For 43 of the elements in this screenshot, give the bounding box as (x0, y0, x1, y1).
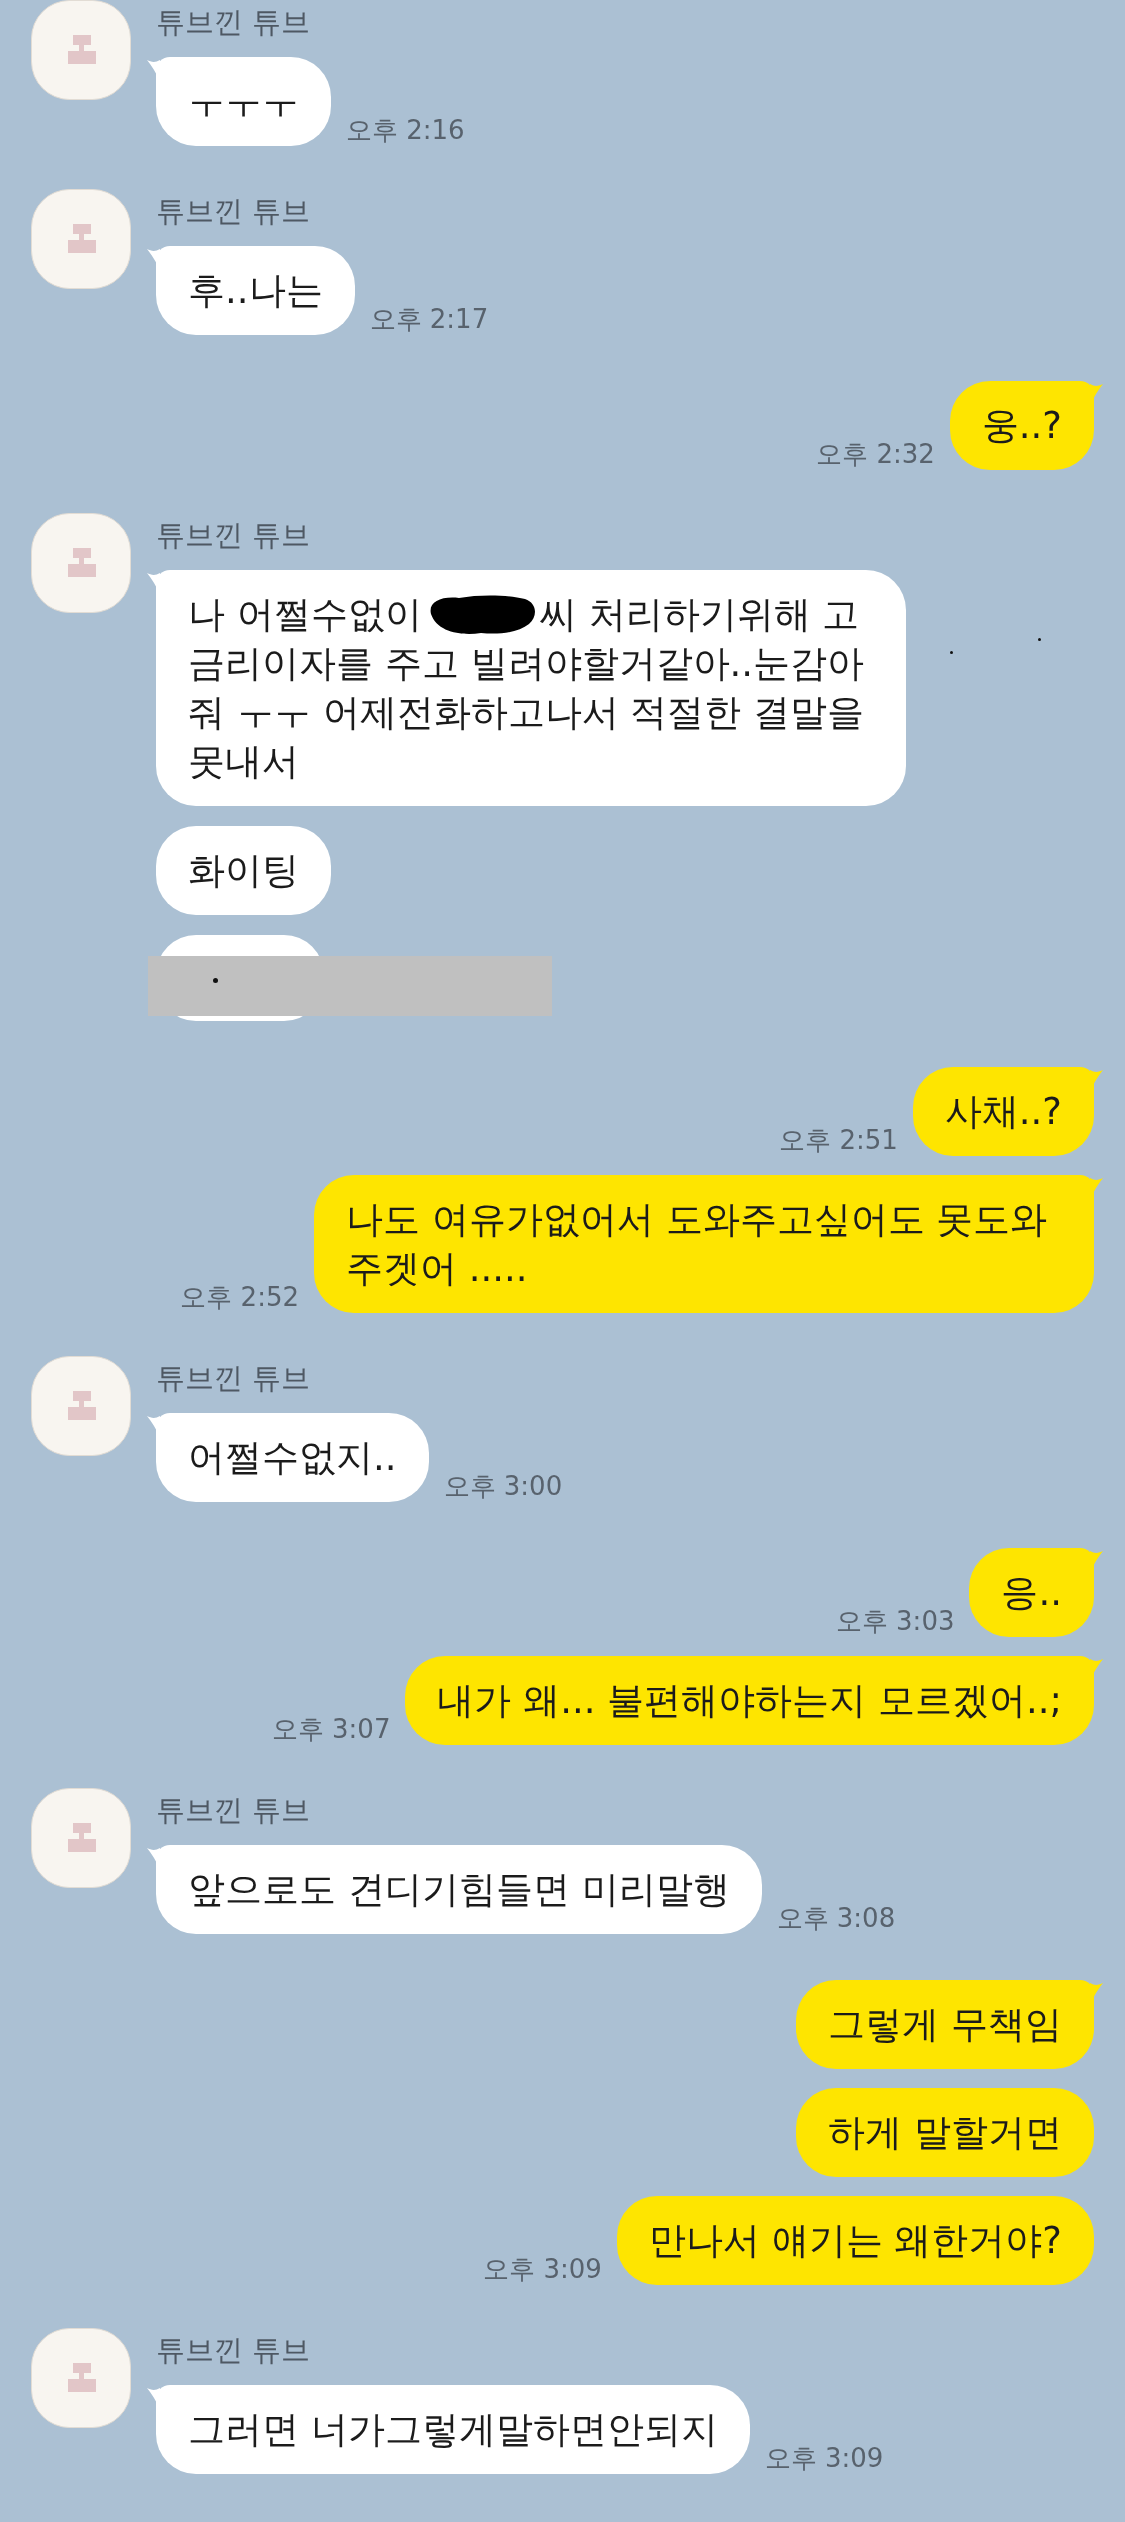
timestamp: 오후 3:03 (835, 1606, 955, 1636)
avatar-icon[interactable] (31, 2328, 131, 2428)
sender-name: 튜브낀 튜브 (156, 517, 311, 554)
timestamp: 오후 2:32 (816, 439, 935, 469)
avatar-icon[interactable] (31, 1356, 131, 1456)
avatar-icon[interactable] (31, 189, 131, 289)
dot-icon (213, 978, 218, 983)
sender-name: 튜브낀 튜브 (156, 193, 311, 230)
sender-name: 튜브낀 튜브 (156, 1792, 311, 1829)
timestamp: 오후 2:51 (779, 1125, 898, 1155)
message-text: 후..나는 (188, 269, 323, 312)
avatar-icon[interactable] (31, 0, 131, 100)
message-text: 그렇게 무책임 (828, 2003, 1062, 2046)
timestamp: 오후 3:08 (776, 1903, 896, 1933)
message-text: 나도 여유가없어서 도와주고싶어도 못도와 주겟어 ..... (346, 1198, 1049, 1290)
sender-name: 튜브낀 튜브 (156, 4, 311, 41)
timestamp: 오후 2:52 (180, 1282, 299, 1312)
message-text: 어쩔수없지.. (188, 1436, 397, 1479)
message-text: 그러면 너가그렇게말하면안되지 (188, 2408, 718, 2451)
message-text: 화이팅 (188, 849, 299, 892)
message-text: 웅..? (981, 404, 1062, 447)
avatar-icon[interactable] (31, 1788, 131, 1888)
timestamp: 오후 2:17 (369, 304, 489, 334)
timestamp: 오후 2:16 (346, 115, 465, 145)
message-text: ㅜㅜㅜ (188, 80, 299, 123)
avatar-icon[interactable] (31, 513, 131, 613)
message-text: 금리이자를 주고 빌려야할거같아..눈감아 줘 ㅜㅜ 어제전화하고나서 적절한 결말을 못내서 (188, 641, 866, 785)
timestamp: 오후 3:00 (443, 1471, 563, 1501)
sender-name: 튜브낀 튜브 (156, 2332, 311, 2369)
message-text: 내가 왜... 불편해야하는지 모르겠어..; (437, 1679, 1062, 1722)
timestamp: 오후 3:09 (764, 2443, 884, 2473)
message-text: 하게 말할거면 (828, 2111, 1062, 2154)
message-text: 사채..? (944, 1090, 1062, 1133)
timestamp: 오후 3:07 (271, 1714, 391, 1744)
message-text: 씨 처리하기위해 고 (539, 592, 860, 638)
timestamp: 오후 3:09 (483, 2254, 602, 2284)
message-text: 응.. (1001, 1571, 1062, 1614)
dot-icon (1038, 638, 1041, 641)
dot-icon (950, 651, 953, 654)
message-text: 만나서 얘기는 왜한거야? (648, 2219, 1062, 2262)
message-text: 앞으로도 견디기힘들면 미리말행 (188, 1868, 730, 1911)
sender-name: 튜브낀 튜브 (156, 1360, 311, 1397)
message-text: 나 어쩔수없이 (188, 592, 422, 638)
